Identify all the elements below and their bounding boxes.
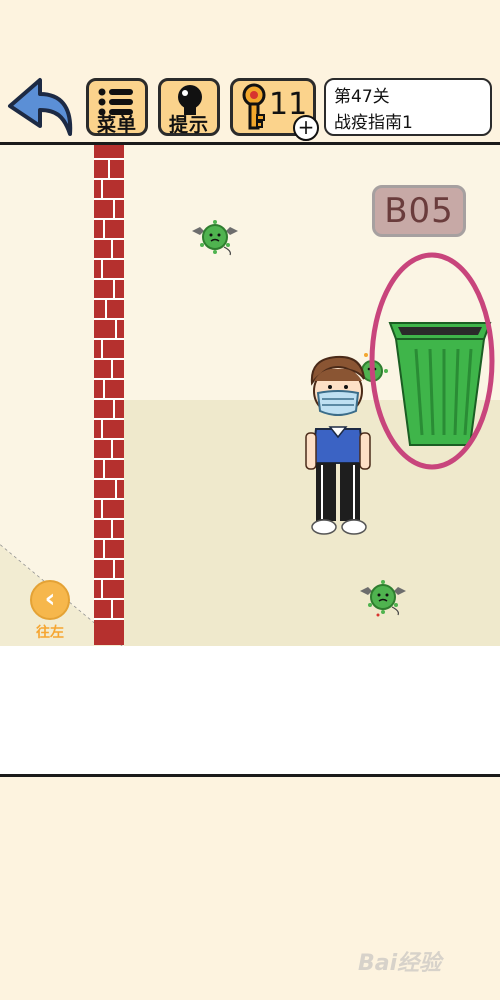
level-name: 战疫指南1 (334, 113, 413, 133)
highlight-circle (369, 252, 495, 470)
key-button[interactable]: 11 + (230, 78, 319, 141)
go-left-label: 往左 (36, 625, 64, 641)
level-number: 第47关 (334, 87, 390, 107)
back-button[interactable] (6, 76, 76, 138)
add-keys-icon[interactable]: + (293, 115, 319, 141)
menu-label: 菜单 (96, 114, 137, 136)
menu-button[interactable]: 菜单 (86, 78, 148, 136)
brick-wall (94, 145, 124, 645)
go-left-button[interactable]: ‹ 往左 (28, 580, 72, 642)
hint-button[interactable]: 提示 (158, 78, 220, 136)
virus-icon[interactable] (356, 577, 410, 617)
level-info: 第47关 战疫指南1 (324, 78, 492, 136)
chevron-left-icon: ‹ (30, 580, 70, 620)
key-icon (242, 83, 266, 130)
back-arrow-icon (8, 78, 73, 136)
room-code-sign: B05 (372, 185, 466, 237)
virus-icon[interactable] (188, 217, 242, 257)
top-toolbar: 菜单 提示 11 + 第47关 战疫指南1 (0, 0, 500, 142)
watermark: Bai经验 (358, 951, 442, 976)
blank-panel (0, 646, 500, 777)
game-scene: B05 ‹ 往左 (0, 142, 500, 651)
hint-label: 提示 (168, 114, 209, 136)
